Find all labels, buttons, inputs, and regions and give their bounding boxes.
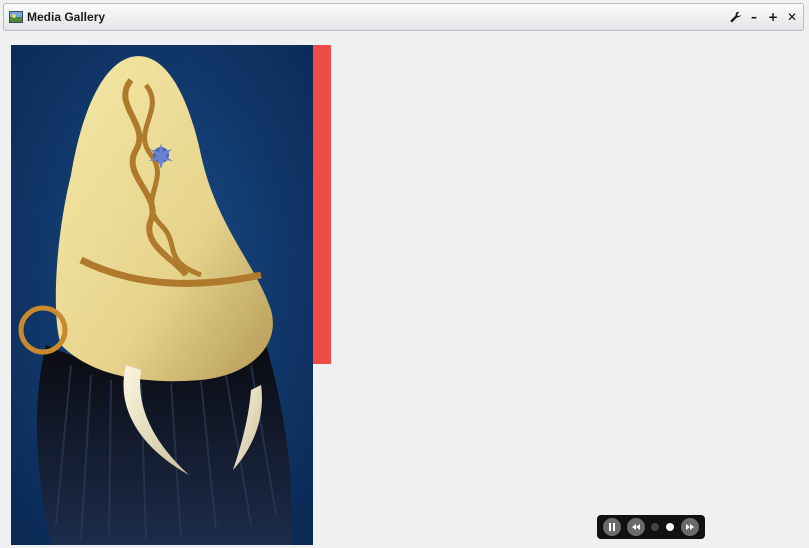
- gallery-image[interactable]: [11, 45, 313, 545]
- previous-button[interactable]: [627, 518, 645, 536]
- minimize-button[interactable]: –: [746, 9, 762, 25]
- hat-illustration: [11, 45, 313, 545]
- fast-forward-icon: [686, 524, 694, 530]
- slideshow-controls: [597, 515, 705, 539]
- close-button[interactable]: ✕: [784, 9, 800, 25]
- slide-indicator-2[interactable]: [666, 523, 674, 531]
- accent-bar: [313, 45, 331, 364]
- window-title: Media Gallery: [27, 10, 106, 24]
- pause-icon: [609, 523, 615, 531]
- wrench-icon[interactable]: [728, 9, 744, 25]
- next-button[interactable]: [681, 518, 699, 536]
- slide-indicator-1[interactable]: [651, 523, 659, 531]
- maximize-button[interactable]: +: [765, 9, 781, 25]
- rewind-icon: [632, 524, 640, 530]
- title-bar[interactable]: Media Gallery – + ✕: [3, 3, 804, 31]
- media-gallery-window: Media Gallery – + ✕: [0, 0, 809, 548]
- gallery-icon: [9, 11, 23, 23]
- pause-button[interactable]: [603, 518, 621, 536]
